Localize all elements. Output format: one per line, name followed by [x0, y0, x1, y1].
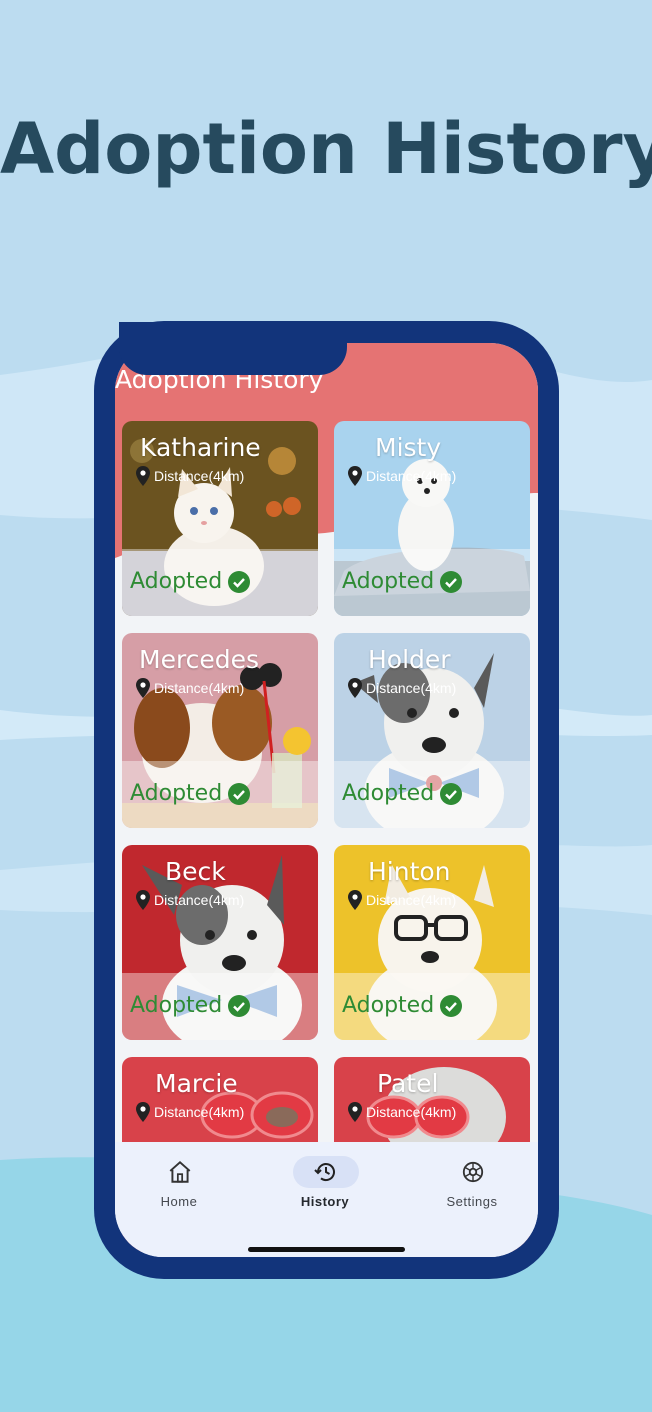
- adopted-status: Adopted: [130, 569, 251, 594]
- nav-home[interactable]: Home: [129, 1156, 229, 1216]
- nav-icon-container: [147, 1156, 213, 1188]
- location-pin-icon: [348, 890, 362, 910]
- check-circle-icon: [228, 782, 251, 805]
- pet-name: Misty: [375, 433, 442, 462]
- pet-card[interactable]: Beck Distance(4km) Adopted: [122, 845, 318, 1040]
- distance-label: Distance(4km): [154, 1104, 245, 1120]
- nav-icon-container: [293, 1156, 359, 1188]
- pet-card[interactable]: Mercedes Distance(4km) Adopted: [122, 633, 318, 828]
- nav-settings-label: Settings: [446, 1194, 498, 1209]
- distance-label: Distance(4km): [366, 680, 457, 696]
- distance-label: Distance(4km): [366, 892, 457, 908]
- location-pin-icon: [136, 678, 150, 698]
- pet-distance: Distance(4km): [348, 889, 456, 911]
- location-pin-icon: [136, 1102, 150, 1122]
- adopted-label: Adopted: [342, 781, 435, 806]
- distance-label: Distance(4km): [366, 468, 457, 484]
- adopted-status: Adopted: [342, 993, 463, 1018]
- distance-label: Distance(4km): [154, 892, 245, 908]
- check-circle-icon: [440, 570, 463, 593]
- location-pin-icon: [136, 466, 150, 486]
- adopted-status: Adopted: [130, 993, 251, 1018]
- adopted-label: Adopted: [130, 569, 223, 594]
- pet-name: Mercedes: [139, 645, 260, 674]
- pet-distance: Distance(4km): [136, 465, 244, 487]
- check-circle-icon: [440, 782, 463, 805]
- pet-distance: Distance(4km): [136, 1101, 244, 1123]
- pet-card[interactable]: Misty Distance(4km) Adopted: [334, 421, 530, 616]
- nav-settings[interactable]: Settings: [422, 1156, 522, 1216]
- promo-headline: Adoption History: [0, 108, 652, 190]
- pet-card[interactable]: Katharine Distance(4km) Adopted: [122, 421, 318, 616]
- check-circle-icon: [228, 994, 251, 1017]
- pet-name: Marcie: [155, 1069, 238, 1098]
- pet-distance: Distance(4km): [348, 677, 456, 699]
- pet-name: Holder: [368, 645, 451, 674]
- pet-distance: Distance(4km): [348, 465, 456, 487]
- pet-name: Patel: [377, 1069, 439, 1098]
- phone-frame: Adoption History Katharine Distance(4km)…: [94, 321, 559, 1279]
- pet-card[interactable]: Holder Distance(4km) Adopted: [334, 633, 530, 828]
- check-circle-icon: [228, 570, 251, 593]
- phone-screen: Adoption History Katharine Distance(4km)…: [115, 343, 538, 1257]
- settings-icon: [462, 1161, 484, 1183]
- nav-history-label: History: [300, 1194, 350, 1209]
- adopted-label: Adopted: [130, 993, 223, 1018]
- distance-label: Distance(4km): [366, 1104, 457, 1120]
- adopted-label: Adopted: [342, 569, 435, 594]
- adopted-status: Adopted: [342, 781, 463, 806]
- history-icon: [314, 1163, 335, 1182]
- pet-name: Beck: [165, 857, 226, 886]
- phone-notch: [119, 322, 347, 375]
- location-pin-icon: [348, 678, 362, 698]
- pet-name: Hinton: [368, 857, 451, 886]
- adopted-label: Adopted: [130, 781, 223, 806]
- adopted-status: Adopted: [130, 781, 251, 806]
- nav-icon-container: [440, 1156, 506, 1188]
- location-pin-icon: [348, 1102, 362, 1122]
- pet-distance: Distance(4km): [136, 889, 244, 911]
- distance-label: Distance(4km): [154, 680, 245, 696]
- pet-name: Katharine: [140, 433, 261, 462]
- home-icon: [169, 1160, 191, 1183]
- nav-home-label: Home: [160, 1194, 198, 1209]
- adopted-label: Adopted: [342, 993, 435, 1018]
- pet-distance: Distance(4km): [348, 1101, 456, 1123]
- check-circle-icon: [440, 994, 463, 1017]
- adopted-status: Adopted: [342, 569, 463, 594]
- location-pin-icon: [348, 466, 362, 486]
- pet-distance: Distance(4km): [136, 677, 244, 699]
- location-pin-icon: [136, 890, 150, 910]
- bottom-navigation: Home History Settings: [115, 1142, 538, 1257]
- pet-card[interactable]: Hinton Distance(4km) Adopted: [334, 845, 530, 1040]
- nav-history[interactable]: History: [275, 1156, 375, 1216]
- home-indicator[interactable]: [248, 1247, 405, 1252]
- distance-label: Distance(4km): [154, 468, 245, 484]
